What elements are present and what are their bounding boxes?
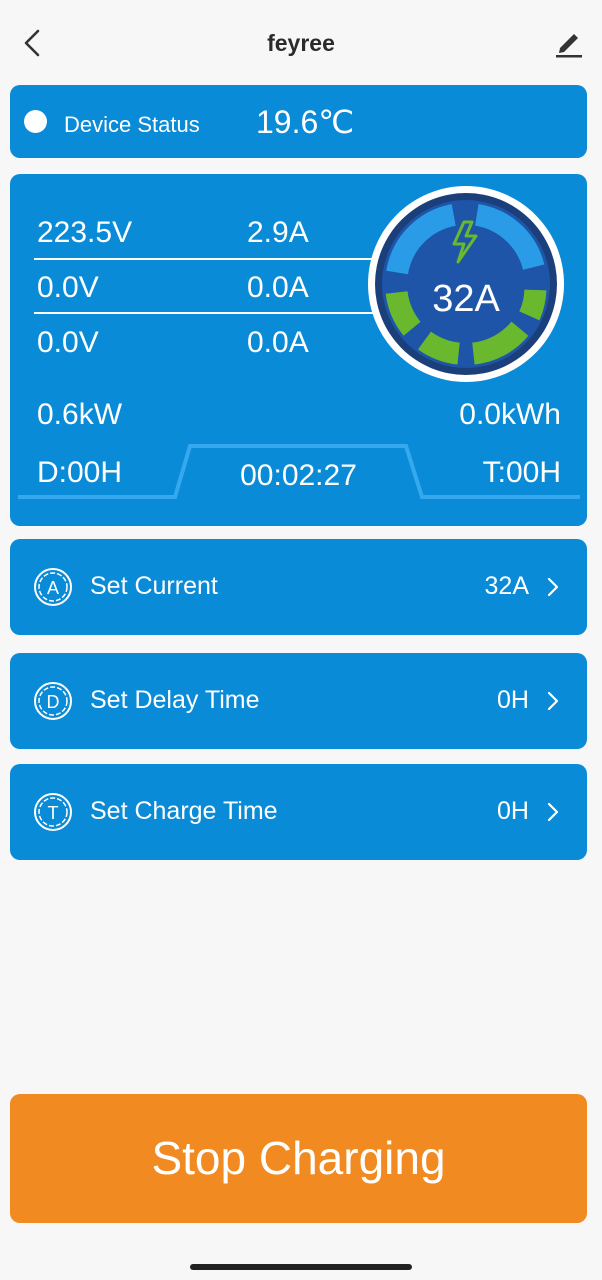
temperature-value: 19.6℃	[256, 104, 355, 140]
set-current-value: 32A	[484, 572, 529, 600]
svg-text:T: T	[48, 803, 59, 823]
stop-charging-button[interactable]: Stop Charging	[10, 1094, 587, 1223]
current-a-icon: A	[34, 568, 72, 606]
chevron-right-icon	[547, 691, 559, 711]
divider	[34, 258, 379, 260]
edit-button[interactable]	[554, 26, 584, 60]
energy-value: 0.0kWh	[459, 398, 561, 431]
timer-t-icon: T	[34, 793, 72, 831]
charge-time-value: T:00H	[482, 456, 561, 489]
voltage-l2: 0.0V	[37, 271, 99, 304]
app-header: feyree	[0, 0, 602, 86]
set-charge-time-row[interactable]: T Set Charge Time 0H	[10, 764, 587, 860]
voltage-l3: 0.0V	[37, 326, 99, 359]
power-value: 0.6kW	[37, 398, 123, 431]
current-l1: 2.9A	[247, 216, 309, 249]
svg-text:D: D	[47, 692, 60, 712]
device-status-card: Device Status 19.6℃	[10, 85, 587, 158]
set-charge-time-label: Set Charge Time	[90, 797, 278, 825]
status-indicator	[24, 110, 47, 133]
home-indicator[interactable]	[190, 1264, 412, 1270]
set-charge-time-value: 0H	[497, 797, 529, 825]
set-current-row[interactable]: A Set Current 32A	[10, 539, 587, 635]
charging-metrics-card: 223.5V 2.9A 0.0V 0.0A 0.0V 0.0A 32A 0.6k…	[10, 174, 587, 526]
page-title: feyree	[267, 30, 335, 56]
current-l2: 0.0A	[247, 271, 309, 304]
current-l3: 0.0A	[247, 326, 309, 359]
set-delay-time-label: Set Delay Time	[90, 686, 260, 714]
divider	[34, 312, 379, 314]
gauge-segment	[519, 289, 547, 321]
current-gauge: 32A	[368, 186, 564, 382]
chevron-right-icon	[547, 577, 559, 597]
delay-d-icon: D	[34, 682, 72, 720]
pencil-icon	[556, 34, 582, 58]
voltage-l1: 223.5V	[37, 216, 133, 249]
chevron-right-icon	[547, 802, 559, 822]
set-current-label: Set Current	[90, 572, 218, 600]
svg-text:A: A	[47, 578, 59, 598]
device-status-label: Device Status	[64, 112, 200, 137]
set-delay-time-row[interactable]: D Set Delay Time 0H	[10, 653, 587, 749]
gauge-value: 32A	[432, 278, 500, 320]
gauge-segment	[418, 331, 461, 365]
set-delay-time-value: 0H	[497, 686, 529, 714]
